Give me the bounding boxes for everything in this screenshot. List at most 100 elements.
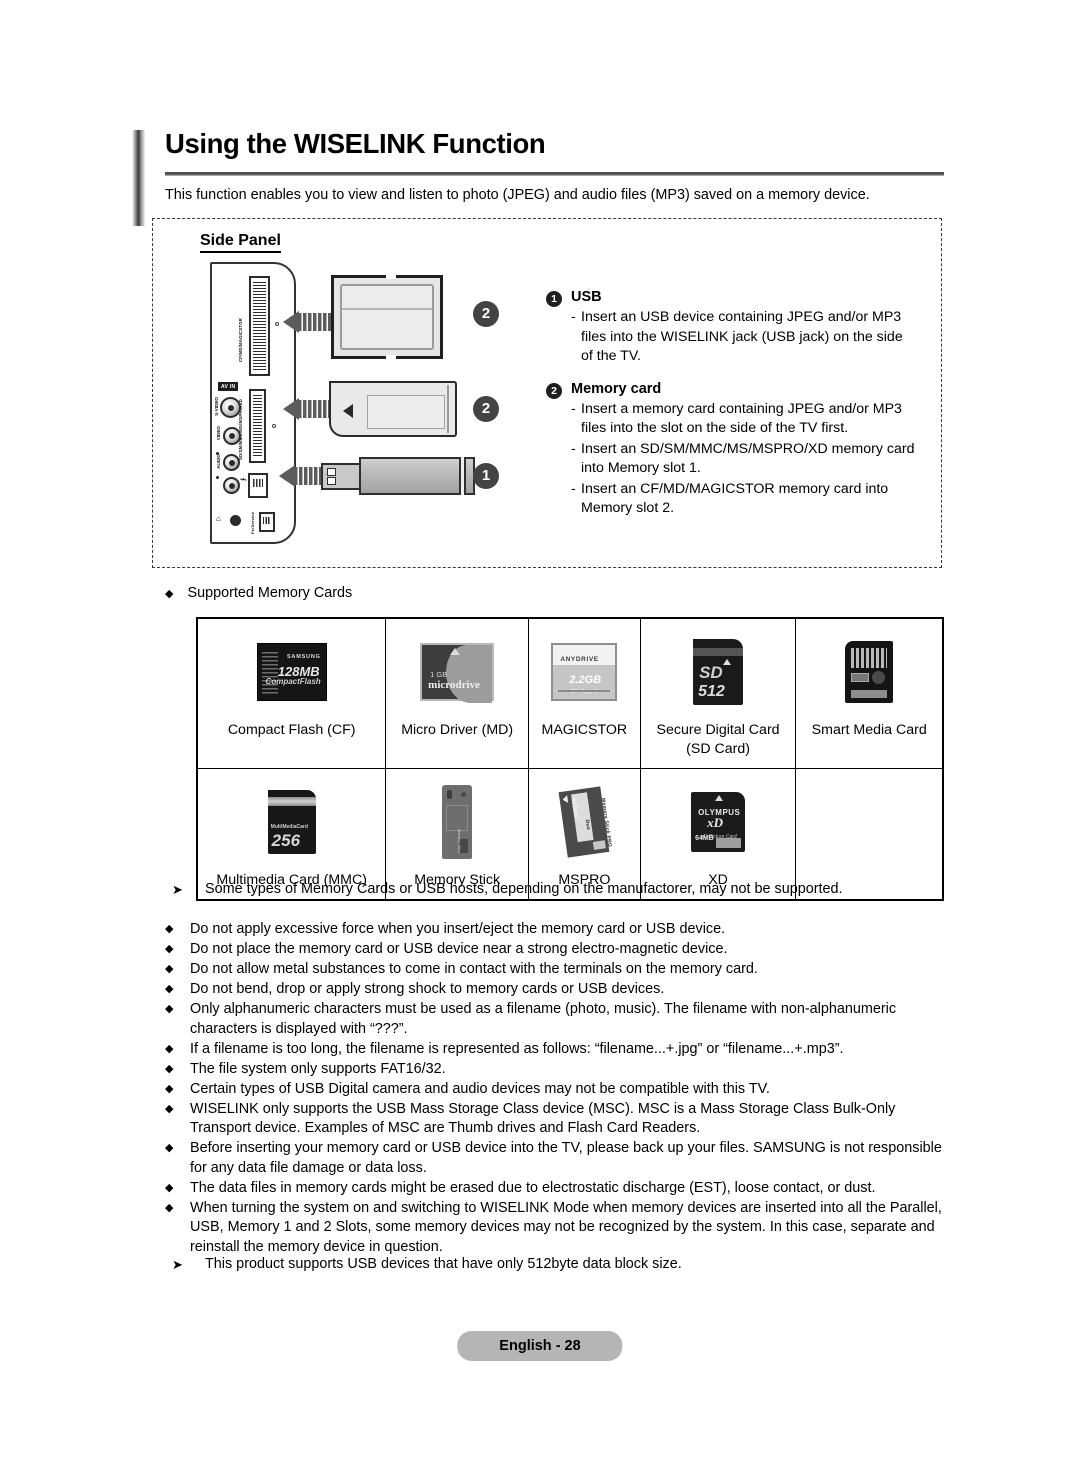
usb-port-icon: [248, 473, 268, 498]
note-text: Only alphanumeric characters must be use…: [190, 1001, 897, 1037]
memory-slot-2-cf-icon: [249, 276, 270, 376]
memory-card-item-text: Insert a memory card containing JPEG and…: [581, 400, 902, 437]
list-item: ◆ If a filename is too long, the filenam…: [165, 1040, 950, 1060]
list-item: ◆ Do not allow metal substances to come …: [165, 960, 950, 980]
note-text: Before inserting your memory card or USB…: [190, 1140, 942, 1176]
xd-card-image: OLYMPUS xD xD-Picture Card 64MB: [645, 779, 792, 865]
audio-label: AUDIO: [216, 454, 221, 469]
memory-card-illustration: [329, 381, 457, 437]
dash-marker: -: [571, 440, 576, 457]
card-sub: CompactFlash: [265, 677, 321, 686]
title-accent-bar: [132, 130, 145, 226]
diamond-bullet-icon: ◆: [165, 1082, 174, 1095]
side-panel-descriptions: 1 USB - Insert an USB device containing …: [546, 287, 916, 519]
arrow-to-usb-port-icon: [279, 465, 324, 487]
s-video-label: S-VIDEO: [214, 397, 219, 416]
card-brand: SD: [699, 663, 723, 682]
note-text: Do not allow metal substances to come in…: [190, 961, 758, 977]
table-cell-label: Compact Flash (CF): [227, 722, 356, 738]
dash-marker: -: [571, 309, 576, 325]
arrow-bullet-icon: ➤: [172, 1257, 183, 1272]
table-cell-label: Secure Digital Card: [656, 722, 780, 738]
usb-connector-illustration: [321, 463, 363, 490]
card-capacity: 64MB: [695, 835, 714, 842]
service-port-icon: [259, 512, 275, 532]
card-brand: Memory Stick: [457, 828, 463, 853]
service-port-label: Pc/Service: [250, 511, 255, 534]
diamond-bullet-icon: ◆: [165, 1003, 174, 1015]
note-text: Certain types of USB Digital camera and …: [190, 1080, 770, 1097]
arrow-bullet-icon: ➤: [172, 882, 183, 897]
list-item: ◆ WISELINK only supports the USB Mass St…: [165, 1100, 950, 1139]
table-cell-sd-card: SD 512 Secure Digital Card (SD Card): [639, 617, 797, 769]
memory-card-section-item: - Insert an SD/SM/MMC/MS/MSPRO/XD memory…: [571, 440, 916, 479]
card-sub: Memory Stick PRO Duo: [584, 797, 614, 848]
note-text: When turning the system on and switching…: [190, 1199, 942, 1255]
usb-section-number: 1: [546, 291, 562, 307]
usb-symbol-icon: ∱: [241, 478, 247, 482]
arrow-to-sd-slot-icon: [283, 398, 333, 420]
side-panel-heading: Side Panel: [200, 232, 281, 253]
callout-badge-usb: 1: [473, 463, 499, 489]
diamond-bullet-icon: ◆: [165, 983, 174, 995]
memory-card-section-number: 2: [546, 382, 562, 399]
table-cell-micro-driver: 1 GB microdrive Micro Driver (MD): [385, 617, 529, 769]
smart-media-card-image: [800, 629, 938, 715]
note-text: The file system only supports FAT16/32.: [190, 1060, 446, 1077]
supported-cards-heading: Supported Memory Cards: [187, 585, 353, 601]
note-text: Do not apply excessive force when you in…: [190, 921, 726, 937]
list-item: ◆ Only alphanumeric characters must be u…: [165, 1000, 950, 1039]
audio-r-dot-icon: [216, 476, 219, 479]
usb-section-item: - Insert an USB device containing JPEG a…: [571, 308, 916, 367]
arrow-to-cf-slot-icon: [283, 311, 333, 333]
note-text: The data files in memory cards might be …: [190, 1179, 876, 1196]
card-capacity: 256: [271, 831, 301, 850]
note-text: Do not place the memory card or USB devi…: [190, 941, 728, 957]
list-item: ◆ When turning the system on and switchi…: [165, 1199, 950, 1258]
table-cell-label: MAGICSTOR: [541, 722, 628, 738]
table-cell-smart-media: Smart Media Card: [795, 617, 945, 769]
list-item: ◆ The file system only supports FAT16/32…: [165, 1060, 950, 1080]
diamond-bullet-icon: ◆: [165, 963, 174, 975]
empty-cell-image: [800, 779, 938, 865]
diamond-bullet-icon: ◆: [165, 923, 174, 935]
usb-section-item-text: Insert an USB device containing JPEG and…: [581, 309, 903, 364]
card-capacity: 512: [698, 683, 725, 700]
card-sub: CF+ Type II: [570, 689, 597, 695]
card-brand: microdrive: [428, 679, 480, 691]
microdrive-card-image: 1 GB microdrive: [390, 629, 524, 715]
compact-flash-card-illustration: [331, 275, 443, 359]
mspro-card-image: 512MB Memory Stick PRO Duo: [533, 779, 636, 865]
page-title: Using the WISELINK Function: [165, 128, 546, 159]
page-footer-label: English - 28: [457, 1331, 623, 1361]
headphone-icon: ⌂: [216, 514, 221, 523]
note-top-row: ➤ Some types of Memory Cards or USB host…: [172, 880, 952, 899]
callout-badge-cf: 2: [473, 301, 499, 327]
headphone-jack-icon: [230, 515, 241, 526]
audio-right-jack-icon: [223, 477, 240, 494]
diamond-bullet-icon: ◆: [165, 587, 174, 600]
note-bottom-row: ➤ This product supports USB devices that…: [172, 1255, 952, 1274]
table-cell-compact-flash: SAMSUNG 128MB CompactFlash Compact Flash…: [196, 617, 387, 769]
compact-flash-card-image: SAMSUNG 128MB CompactFlash: [202, 629, 381, 715]
note-top-text: Some types of Memory Cards or USB hosts,…: [205, 881, 843, 897]
video-label: VIDEO: [216, 426, 221, 441]
supported-cards-heading-row: ◆ Supported Memory Cards: [165, 585, 352, 601]
screw-icon: [275, 322, 279, 326]
memory-card-section-title: Memory card: [571, 380, 662, 397]
dash-marker: -: [571, 400, 576, 417]
diamond-bullet-icon: ◆: [165, 1142, 174, 1154]
notes-list: ◆ Do not apply excessive force when you …: [165, 920, 950, 1258]
table-cell-label: Smart Media Card: [811, 722, 927, 738]
card-brand: ANYDRIVE: [560, 656, 599, 663]
manual-page: Using the WISELINK Function This functio…: [0, 0, 1080, 1474]
list-item: ◆ Before inserting your memory card or U…: [165, 1139, 950, 1178]
video-jack-icon: [223, 427, 241, 445]
usb-section-title: USB: [571, 289, 602, 305]
memory-card-section-header: 2 Memory card: [546, 381, 916, 399]
slot-2-label: CF/MD/MAGICSTOR: [238, 318, 243, 362]
screw-icon: [272, 424, 276, 428]
audio-l-dot-icon: [216, 452, 219, 455]
dash-marker: -: [571, 480, 576, 497]
memory-card-item-text: Insert an CF/MD/MAGICSTOR memory card in…: [581, 480, 889, 517]
